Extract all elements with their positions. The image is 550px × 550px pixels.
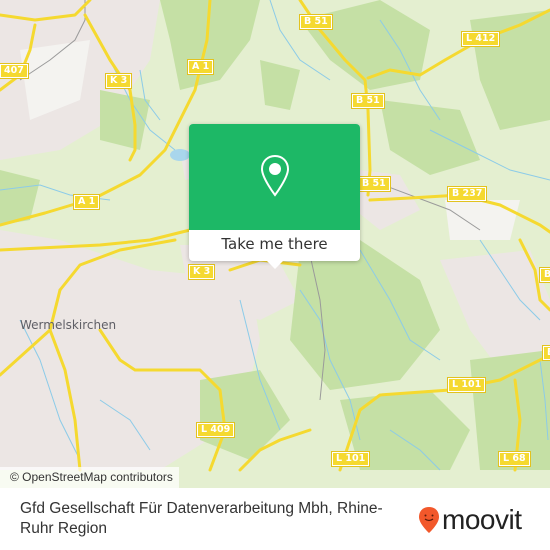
take-me-there-button[interactable]: Take me there (189, 230, 360, 261)
road-label-a1: A 1 (72, 194, 101, 210)
road-label-407: 407 (0, 63, 29, 79)
road-label-a1: A 1 (186, 59, 215, 75)
moovit-wordmark: moovit (442, 504, 522, 535)
road-label-l409: L 409 (195, 422, 236, 438)
road-label-k3: K 3 (187, 264, 216, 280)
road-label-b51: B 51 (351, 93, 385, 109)
map-view[interactable]: Wermelskirchen 407 K 3 A 1 A 1 B 51 B 51… (0, 0, 550, 488)
moovit-pin-icon (419, 507, 439, 533)
town-label-wermelskirchen: Wermelskirchen (20, 318, 117, 332)
popup-header (189, 124, 360, 230)
map-pin-icon (260, 154, 290, 197)
road-label-b51: B 51 (357, 176, 391, 192)
popup-pointer (267, 261, 283, 269)
location-popup: Take me there (189, 124, 360, 269)
road-label-b: B (541, 345, 550, 361)
road-label-b237: B 237 (446, 186, 488, 202)
road-label-l101: L 101 (330, 451, 371, 467)
road-label-b51: B 51 (299, 14, 333, 30)
place-title: Gfd Gesellschaft Für Datenverarbeitung M… (20, 500, 383, 537)
road-label-l68: L 68 (498, 451, 531, 467)
road-label-b: B (538, 267, 550, 283)
road-label-l101: L 101 (446, 377, 487, 393)
map-attribution[interactable]: © OpenStreetMap contributors (0, 467, 179, 488)
moovit-logo[interactable]: moovit (418, 504, 522, 535)
road-label-l412: L 412 (460, 31, 501, 47)
road-label-k3: K 3 (104, 73, 133, 89)
footer: Gfd Gesellschaft Für Datenverarbeitung M… (0, 488, 550, 550)
